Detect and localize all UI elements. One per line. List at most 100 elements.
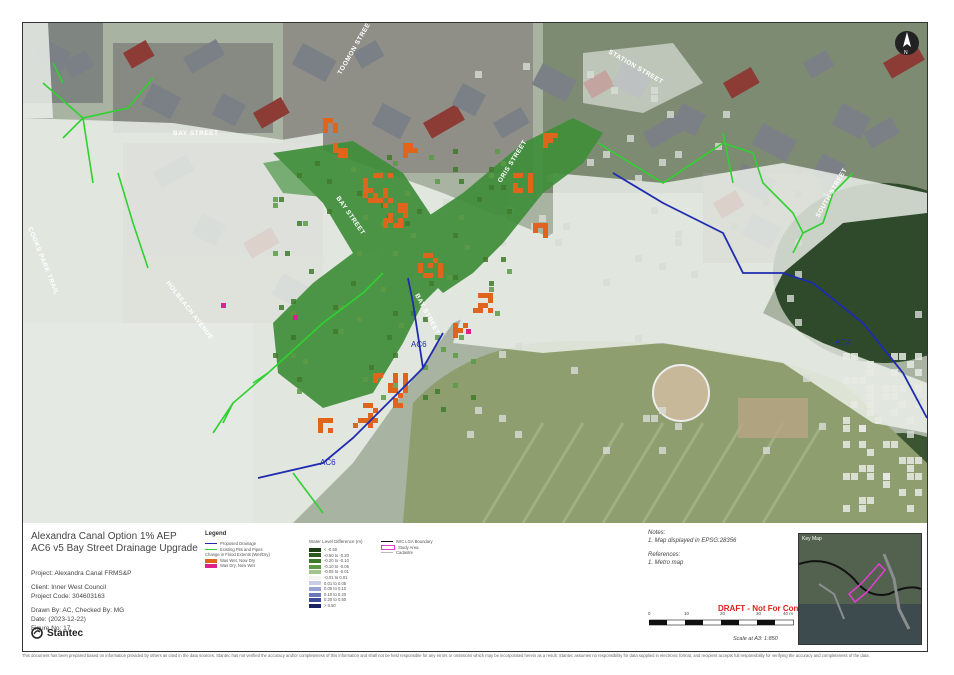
notes-title: Notes: xyxy=(648,530,666,536)
was-wet-now-dry-cell xyxy=(413,148,418,153)
flood-map[interactable]: BAY STREET BAY STREET BAY STREET HOLBEAC… xyxy=(23,23,927,523)
edge-cell xyxy=(667,111,674,118)
edge-cell xyxy=(883,385,890,392)
legend-title: Legend xyxy=(205,531,227,537)
edge-cell xyxy=(675,231,682,238)
was-wet-now-dry-cell xyxy=(543,228,548,233)
edge-cell xyxy=(627,135,634,142)
edge-cell xyxy=(651,207,658,214)
flood-cell xyxy=(489,167,494,172)
edge-cell xyxy=(475,407,482,414)
edge-cell xyxy=(475,71,482,78)
legend-wl-item-10: > 0.50 xyxy=(309,603,349,609)
was-dry-now-wet-cell xyxy=(293,315,298,320)
edge-cell xyxy=(555,239,562,246)
edge-cell xyxy=(635,255,642,262)
was-wet-now-dry-cell xyxy=(363,418,368,423)
was-wet-now-dry-cell xyxy=(543,133,548,138)
flood-cell xyxy=(357,191,362,196)
was-wet-now-dry-cell xyxy=(423,273,428,278)
flood-cell xyxy=(297,173,302,178)
edge-cell xyxy=(867,465,874,472)
flood-cell xyxy=(357,317,362,322)
legend-wl-item-10-label: > 0.50 xyxy=(324,602,336,608)
legend-wl-item-6-symbol xyxy=(309,581,321,586)
was-wet-now-dry-cell xyxy=(488,293,493,298)
edge-cell xyxy=(843,353,850,360)
edge-cell xyxy=(643,415,650,422)
was-wet-now-dry-cell xyxy=(398,203,403,208)
edge-cell xyxy=(867,409,874,416)
flood-cell xyxy=(459,335,464,340)
flood-cell xyxy=(447,275,452,280)
edge-cell xyxy=(587,71,594,78)
key-map[interactable]: Key Map xyxy=(798,533,922,645)
flood-cell xyxy=(399,323,404,328)
flood-cell xyxy=(507,209,512,214)
flood-cell xyxy=(489,287,494,292)
flood-cell xyxy=(279,305,284,310)
edge-cell xyxy=(899,385,906,392)
legend-wl-item-5-symbol xyxy=(309,575,321,580)
flood-cell xyxy=(279,197,284,202)
edge-cell xyxy=(891,393,898,400)
flood-cell xyxy=(363,377,368,382)
was-wet-now-dry-cell xyxy=(418,268,423,273)
edge-cell xyxy=(907,457,914,464)
edge-cell xyxy=(787,295,794,302)
flood-cell xyxy=(453,353,458,358)
was-wet-now-dry-cell xyxy=(343,153,348,158)
notes-block: Notes: 1. Map displayed in EPSG:28356 Re… xyxy=(648,529,736,567)
flood-cell xyxy=(507,269,512,274)
was-wet-now-dry-cell xyxy=(458,328,463,333)
flood-cell xyxy=(453,383,458,388)
was-wet-now-dry-cell xyxy=(388,388,393,393)
edge-cell xyxy=(523,63,530,70)
edge-cell xyxy=(659,263,666,270)
edge-cell xyxy=(867,497,874,504)
flood-cell xyxy=(285,251,290,256)
edge-cell xyxy=(915,385,922,392)
flood-cell xyxy=(291,353,296,358)
edge-cell xyxy=(659,447,666,454)
flood-cell xyxy=(393,311,398,316)
flood-cell xyxy=(405,191,410,196)
edge-cell xyxy=(651,95,658,102)
edge-cell xyxy=(603,279,610,286)
was-wet-now-dry-cell xyxy=(388,383,393,388)
flood-cell xyxy=(453,167,458,172)
edge-cell xyxy=(891,409,898,416)
edge-cell xyxy=(819,423,826,430)
was-wet-now-dry-cell xyxy=(363,178,368,183)
edge-cell xyxy=(539,215,546,222)
flood-cell xyxy=(393,161,398,166)
key-map-label: Key Map xyxy=(802,536,822,542)
legend-item-4-label: Was Dry, Now Wet xyxy=(220,563,255,569)
edge-cell xyxy=(603,447,610,454)
was-wet-now-dry-cell xyxy=(398,223,403,228)
edge-cell xyxy=(899,457,906,464)
was-wet-now-dry-cell xyxy=(373,373,378,378)
legend-main: Proposed Drainage Existing Pits and Pipes… xyxy=(205,541,270,569)
scale-bar-segment xyxy=(667,620,685,625)
edge-cell xyxy=(851,401,858,408)
was-wet-now-dry-cell xyxy=(333,128,338,133)
was-wet-now-dry-cell xyxy=(488,298,493,303)
was-wet-now-dry-cell xyxy=(403,208,408,213)
was-wet-now-dry-cell xyxy=(533,228,538,233)
was-wet-now-dry-cell xyxy=(373,378,378,383)
key-map-image xyxy=(799,534,921,644)
was-wet-now-dry-cell xyxy=(363,188,368,193)
was-dry-now-wet-cell xyxy=(466,329,471,334)
edge-cell xyxy=(795,319,802,326)
was-wet-now-dry-cell xyxy=(368,198,373,203)
edge-cell xyxy=(867,369,874,376)
edge-cell xyxy=(891,441,898,448)
legend-wl-item-4-symbol xyxy=(309,570,321,575)
edge-cell xyxy=(763,199,770,206)
was-wet-now-dry-cell xyxy=(428,253,433,258)
edge-cell xyxy=(907,431,914,438)
was-wet-now-dry-cell xyxy=(393,398,398,403)
edge-cell xyxy=(883,481,890,488)
edge-cell xyxy=(915,489,922,496)
